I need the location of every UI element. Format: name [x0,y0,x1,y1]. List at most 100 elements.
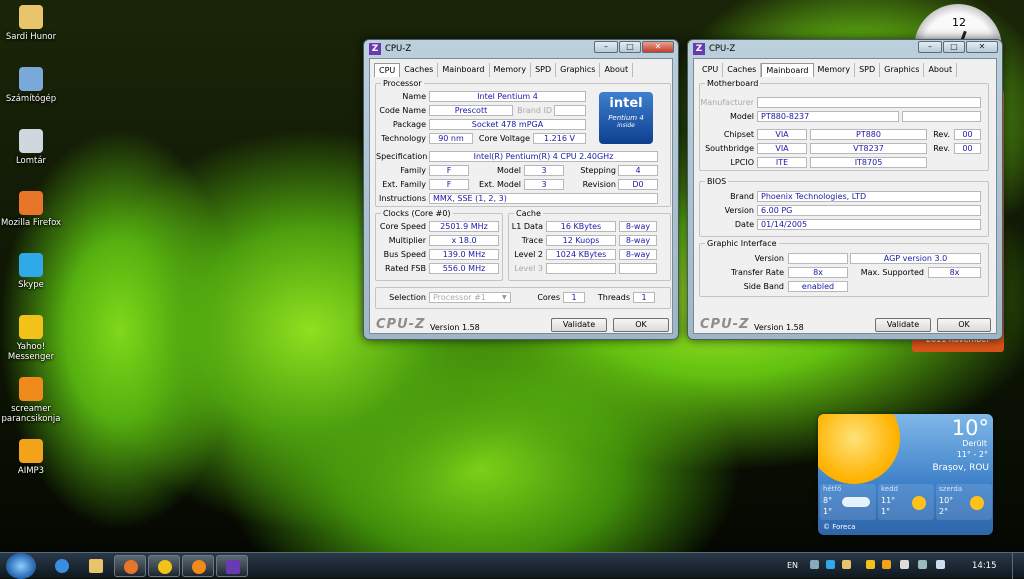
tab-memory[interactable]: Memory [814,63,856,77]
tab-spd[interactable]: SPD [855,63,881,77]
cpuz-window-mainboard[interactable]: Z CPU-Z – □ ✕ CPU Caches Mainboard Memory SP… [687,39,1003,340]
taskbar-cpuz[interactable] [216,555,248,577]
pentium4-logo-text: Pentium 4 [608,114,644,122]
name-value: Intel Pentium 4 [429,91,586,102]
window-title: CPU-Z [709,44,736,54]
forecast-low: 1° [881,507,891,516]
firefox-icon [124,560,138,574]
tab-about[interactable]: About [600,63,634,77]
tab-spd[interactable]: SPD [531,63,557,77]
computer-icon [19,67,43,91]
tab-caches[interactable]: Caches [723,63,762,77]
cpuz-app-icon: Z [369,43,381,55]
taskbar-yahoo[interactable] [148,555,180,577]
threads-label: Threads [597,293,630,302]
language-indicator[interactable]: EN [787,561,798,570]
tray-volume-icon[interactable] [936,560,945,569]
desktop-icon[interactable]: Számítógép [0,67,67,104]
transfer-rate-value: 8x [788,267,848,278]
selection-label: Selection [389,293,426,302]
tray-yahoo-icon[interactable] [866,560,875,569]
weather-gadget[interactable]: 10° Derült 11° - 2° Brașov, ROU hétfő 8° 1… [818,414,993,535]
taskbar-firefox[interactable] [114,555,146,577]
close-button[interactable]: ✕ [966,41,998,53]
tab-mainboard[interactable]: Mainboard [761,63,814,77]
desktop-icon[interactable]: AIMP3 [0,439,67,476]
yahoo-messenger-icon [158,560,172,574]
select-chevron-down-icon[interactable]: ▼ [502,294,507,301]
corevoltage-label: Core Voltage [478,134,530,143]
tray-network-icon[interactable] [810,560,819,569]
intel-pentium4-logo: intel Pentium 4 inside [599,92,653,144]
corespeed-value: 2501.9 MHz [429,221,499,232]
extmodel-label: Ext. Model [478,180,521,189]
desktop-icon[interactable]: Skype [0,253,67,290]
bios-version-value: 6.00 PG [757,205,981,216]
tab-about[interactable]: About [924,63,958,77]
maximize-button[interactable]: □ [619,41,641,53]
tab-bar: CPU Caches Mainboard Memory SPD Graphics About [698,63,958,77]
corevoltage-value: 1.216 V [533,133,586,144]
foreca-credit[interactable]: © Foreca [823,523,855,531]
cpuz-footer-logo: CPU-Z [376,317,426,332]
selection-group: Selection Processor #1 ▼ Cores 1 Threads… [375,287,671,309]
side-band-value: enabled [788,281,848,292]
tray-skype-icon[interactable] [826,560,835,569]
title-bar[interactable]: Z CPU-Z – □ ✕ [688,40,1002,58]
l3-label: Level 3 [514,264,543,273]
desktop-icon[interactable]: Lomtár [0,129,67,166]
minimize-button[interactable]: – [918,41,942,53]
cache-group: Cache L1 Data 16 KBytes 8-way Trace 12 K… [508,209,671,281]
group-title: Graphic Interface [705,239,779,248]
tray-monitor-icon[interactable] [918,560,927,569]
desktop-icon-label: AIMP3 [17,466,45,476]
desktop: 12 2011 november Sardi HunorSzámítógépLo… [0,0,1024,552]
desktop-icon[interactable]: Sardi Hunor [0,5,67,42]
validate-button[interactable]: Validate [551,318,607,332]
family-value: F [429,165,469,176]
clocks-group: Clocks (Core #0) Core Speed 2501.9 MHz M… [375,209,503,281]
maximize-button[interactable]: □ [943,41,965,53]
weather-condition: Derült [962,439,987,448]
taskbar-explorer[interactable] [80,555,112,577]
taskbar-ie[interactable] [46,555,78,577]
processor-group: Processor Name Intel Pentium 4 Code Name… [375,79,671,207]
aimp3-icon [19,439,43,463]
tab-graphics[interactable]: Graphics [556,63,601,77]
forecast-high: 10° [939,496,954,505]
desktop-icon[interactable]: Yahoo! Messenger [0,315,67,362]
tab-caches[interactable]: Caches [400,63,439,77]
southbridge-rev-label: Rev. [933,144,950,153]
validate-button[interactable]: Validate [875,318,931,332]
tab-graphics[interactable]: Graphics [880,63,925,77]
desktop-icon[interactable]: Mozilla Firefox [0,191,67,228]
forecast-day: kedd 11° 1° [878,484,934,520]
taskbar: EN 14:15 [0,552,1024,579]
tray-aimp-icon[interactable] [882,560,891,569]
tab-memory[interactable]: Memory [490,63,532,77]
processor-select[interactable]: Processor #1 [429,292,511,303]
desktop-icon[interactable]: screamer parancsikonja [0,377,67,424]
tab-cpu[interactable]: CPU [374,63,401,77]
model-label: Model [496,166,521,175]
ratedfsb-label: Rated FSB [385,264,426,273]
ratedfsb-value: 556.0 MHz [429,263,499,274]
ok-button[interactable]: OK [937,318,991,332]
clock-time[interactable]: 14:15 [972,561,997,571]
extfamily-value: F [429,179,469,190]
cpuz-window-processor[interactable]: Z CPU-Z – □ ✕ CPU Caches Mainboard Memory SP… [363,39,679,340]
forecast-day: szerda 10° 2° [936,484,992,520]
tray-flag-icon[interactable] [900,560,909,569]
close-button[interactable]: ✕ [642,41,674,53]
show-desktop-button[interactable] [1012,553,1024,579]
tray-folder-icon[interactable] [842,560,851,569]
ie-icon [55,559,69,573]
start-button[interactable] [6,553,36,579]
ok-button[interactable]: OK [613,318,669,332]
taskbar-screamer[interactable] [182,555,214,577]
yahoo-messenger-icon [19,315,43,339]
minimize-button[interactable]: – [594,41,618,53]
tab-mainboard[interactable]: Mainboard [438,63,490,77]
tab-cpu[interactable]: CPU [698,63,724,77]
title-bar[interactable]: Z CPU-Z – □ ✕ [364,40,678,58]
